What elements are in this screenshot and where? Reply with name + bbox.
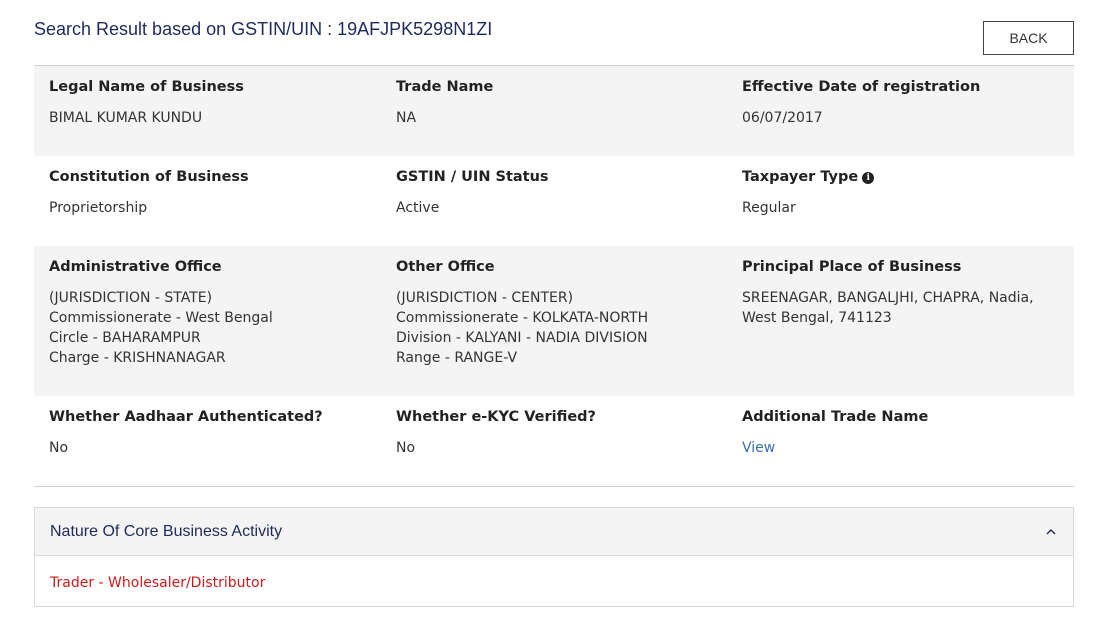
- aadhaar-label: Whether Aadhaar Authenticated?: [49, 409, 323, 425]
- principal-place-line: West Bengal, 741123: [742, 310, 892, 326]
- back-button[interactable]: BACK: [983, 21, 1074, 55]
- taxpayer-type-label: Taxpayer Type: [742, 169, 859, 185]
- principal-place-field: Principal Place of Business SREENAGAR, B…: [742, 258, 1072, 328]
- principal-place-value: SREENAGAR, BANGALJHI, CHAPRA, Nadia, Wes…: [742, 288, 1072, 328]
- view-link[interactable]: View: [742, 440, 775, 456]
- additional-trade-field: Additional Trade Name View: [742, 408, 1072, 458]
- core-activity-body: Trader - Wholesaler/Distributor: [35, 556, 1073, 607]
- ekyc-label: Whether e-KYC Verified?: [396, 409, 596, 425]
- admin-office-label: Administrative Office: [49, 259, 222, 275]
- ekyc-value: No: [396, 440, 416, 456]
- admin-office-line: Commissionerate - West Bengal: [49, 310, 273, 326]
- admin-office-line: (JURISDICTION - STATE): [49, 290, 213, 306]
- ekyc-field: Whether e-KYC Verified? No: [396, 408, 726, 458]
- divider: [34, 486, 1074, 487]
- details-row-2: Constitution of Business Proprietorship …: [34, 156, 1074, 246]
- status-label: GSTIN / UIN Status: [396, 169, 549, 185]
- status-value: Active: [396, 200, 440, 216]
- chevron-up-icon[interactable]: [1046, 525, 1056, 538]
- legal-name-label: Legal Name of Business: [49, 79, 244, 95]
- taxpayer-type-label-wrap: Taxpayer Type i: [742, 168, 1072, 186]
- details-row-4: Whether Aadhaar Authenticated? No Whethe…: [34, 396, 1074, 486]
- admin-office-field: Administrative Office (JURISDICTION - ST…: [49, 258, 379, 368]
- constitution-value: Proprietorship: [49, 200, 148, 216]
- other-office-line: Division - KALYANI - NADIA DIVISION: [396, 330, 648, 346]
- admin-office-line: Circle - BAHARAMPUR: [49, 330, 201, 346]
- principal-place-label: Principal Place of Business: [742, 259, 962, 275]
- core-activity-panel: Nature Of Core Business Activity Trader …: [34, 507, 1074, 607]
- additional-trade-label: Additional Trade Name: [742, 409, 929, 425]
- principal-place-line: SREENAGAR, BANGALJHI, CHAPRA, Nadia,: [742, 290, 1034, 306]
- aadhaar-field: Whether Aadhaar Authenticated? No: [49, 408, 379, 458]
- taxpayer-type-field: Taxpayer Type i Regular: [742, 168, 1072, 218]
- info-circle-icon[interactable]: i: [862, 172, 875, 184]
- effective-date-label: Effective Date of registration: [742, 79, 981, 95]
- admin-office-line: Charge - KRISHNANAGAR: [49, 350, 226, 366]
- constitution-label: Constitution of Business: [49, 169, 249, 185]
- constitution-field: Constitution of Business Proprietorship: [49, 168, 379, 218]
- admin-office-value: (JURISDICTION - STATE) Commissionerate -…: [49, 288, 379, 368]
- additional-trade-value: View: [742, 438, 1072, 458]
- other-office-line: (JURISDICTION - CENTER): [396, 290, 574, 306]
- legal-name-field: Legal Name of Business BIMAL KUMAR KUNDU: [49, 78, 379, 128]
- details-row-3: Administrative Office (JURISDICTION - ST…: [34, 246, 1074, 396]
- other-office-line: Range - RANGE-V: [396, 350, 518, 366]
- trade-name-field: Trade Name NA: [396, 78, 726, 128]
- page-title: Search Result based on GSTIN/UIN : 19AFJ…: [34, 19, 493, 39]
- core-activity-value: Trader - Wholesaler/Distributor: [50, 575, 266, 591]
- other-office-label: Other Office: [396, 259, 495, 275]
- other-office-value: (JURISDICTION - CENTER) Commissionerate …: [396, 288, 726, 368]
- aadhaar-value: No: [49, 440, 69, 456]
- effective-date-value: 06/07/2017: [742, 110, 823, 126]
- taxpayer-type-value: Regular: [742, 200, 796, 216]
- status-field: GSTIN / UIN Status Active: [396, 168, 726, 218]
- effective-date-field: Effective Date of registration 06/07/201…: [742, 78, 1072, 128]
- trade-name-value: NA: [396, 110, 417, 126]
- details-row-1: Legal Name of Business BIMAL KUMAR KUNDU…: [34, 66, 1074, 156]
- core-activity-title: Nature Of Core Business Activity: [50, 522, 283, 540]
- trade-name-label: Trade Name: [396, 79, 494, 95]
- other-office-line: Commissionerate - KOLKATA-NORTH: [396, 310, 649, 326]
- legal-name-value: BIMAL KUMAR KUNDU: [49, 110, 203, 126]
- other-office-field: Other Office (JURISDICTION - CENTER) Com…: [396, 258, 726, 368]
- core-activity-header[interactable]: Nature Of Core Business Activity: [35, 508, 1073, 556]
